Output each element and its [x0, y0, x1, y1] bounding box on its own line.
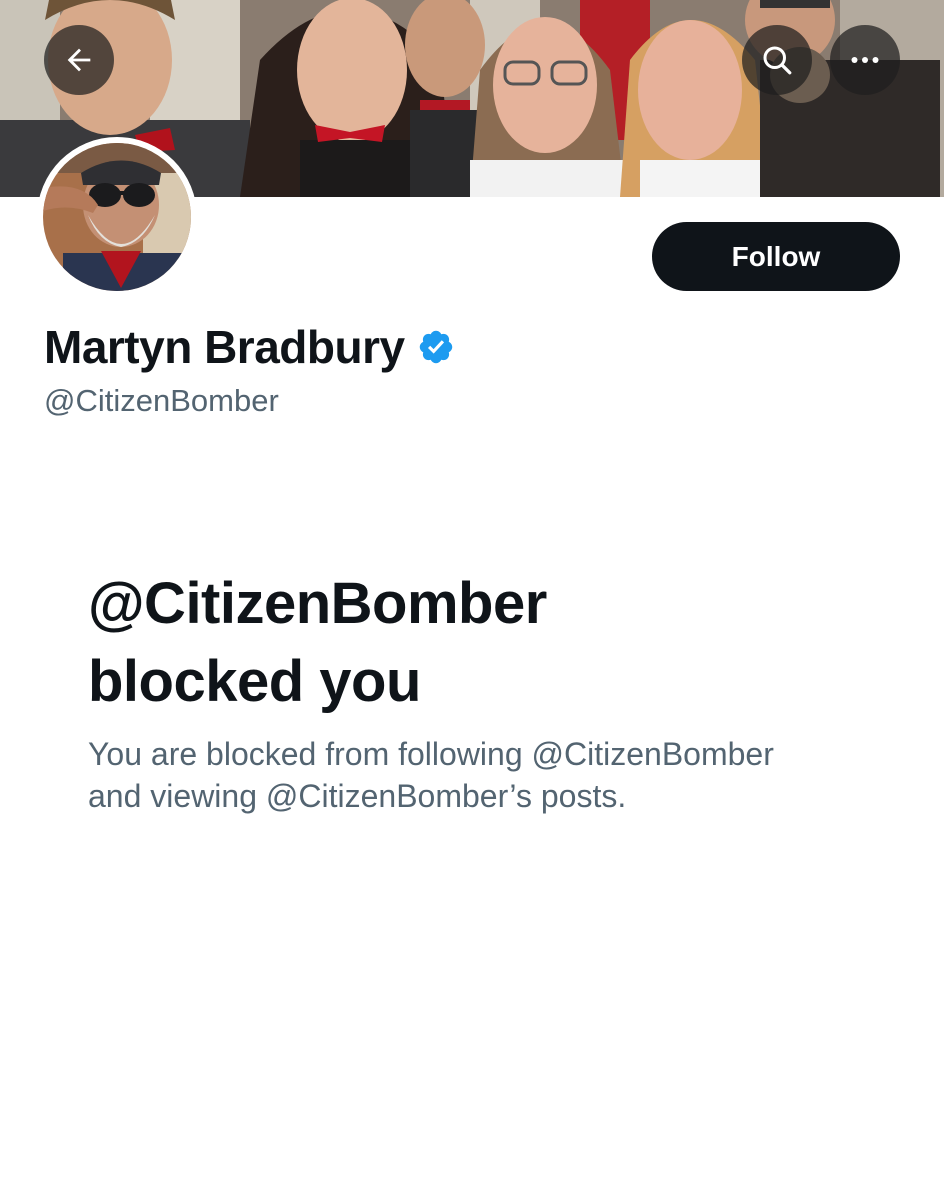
back-button[interactable]: [44, 25, 114, 95]
display-name-row: Martyn Bradbury: [44, 318, 455, 376]
blocked-title: @CitizenBomber blocked you: [88, 565, 848, 721]
blocked-description: You are blocked from following @CitizenB…: [88, 733, 888, 817]
search-icon: [763, 46, 792, 75]
blocked-title-line-1: @CitizenBomber: [88, 571, 547, 636]
profile-handle: @CitizenBomber: [44, 383, 279, 418]
avatar-photo: [43, 143, 191, 291]
blocked-title-line-2: blocked you: [88, 649, 421, 714]
search-button[interactable]: [742, 25, 812, 95]
more-options-button[interactable]: [830, 25, 900, 95]
blocked-description-line-2: and viewing @CitizenBomber’s posts.: [88, 778, 627, 814]
arrow-left-icon: [67, 48, 91, 72]
follow-button[interactable]: Follow: [652, 222, 900, 291]
verified-badge-icon[interactable]: [417, 328, 455, 366]
more-horizontal-icon: [851, 57, 879, 63]
display-name: Martyn Bradbury: [44, 321, 405, 373]
profile-avatar[interactable]: [37, 137, 197, 297]
follow-button-label: Follow: [731, 240, 821, 272]
blocked-description-line-1: You are blocked from following @CitizenB…: [88, 736, 774, 772]
